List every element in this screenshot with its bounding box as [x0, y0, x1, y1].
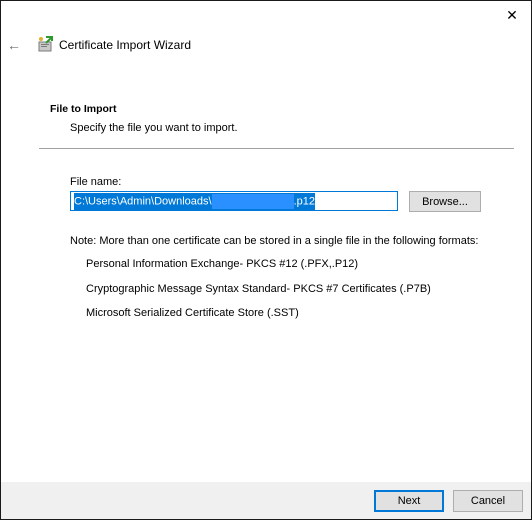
format-item: Cryptographic Message Syntax Standard- P… — [86, 283, 431, 295]
next-button[interactable]: Next — [374, 490, 444, 512]
file-path-suffix: .p12 — [293, 194, 315, 207]
file-name-label: File name: — [70, 176, 122, 188]
back-arrow-icon: ← — [7, 37, 21, 53]
wizard-header: ← Certificate Import Wizard — [1, 29, 531, 61]
divider — [39, 148, 514, 149]
wizard-page: File to Import Specify the file you want… — [1, 74, 531, 482]
page-heading: File to Import — [50, 103, 117, 115]
page-subtitle: Specify the file you want to import. — [70, 122, 238, 134]
close-icon: ✕ — [506, 6, 518, 23]
browse-button[interactable]: Browse... — [409, 191, 481, 212]
redacted-filename — [211, 193, 294, 209]
back-button[interactable]: ← — [7, 37, 25, 53]
format-item: Microsoft Serialized Certificate Store (… — [86, 307, 299, 319]
wizard-title: Certificate Import Wizard — [59, 38, 192, 52]
file-path-prefix: C:\Users\Admin\Downloads\ — [74, 194, 212, 207]
cancel-button[interactable]: Cancel — [453, 490, 523, 512]
formats-note: Note: More than one certificate can be s… — [70, 235, 479, 247]
close-button[interactable]: ✕ — [493, 1, 531, 29]
wizard-footer: Next Cancel — [1, 482, 531, 519]
file-path-selection: C:\Users\Admin\Downloads\ .p12 — [74, 192, 315, 210]
format-item: Personal Information Exchange- PKCS #12 … — [86, 258, 359, 270]
file-name-input[interactable]: C:\Users\Admin\Downloads\ .p12 — [70, 191, 398, 211]
certificate-wizard-icon — [38, 36, 53, 52]
certificate-import-wizard-window: ✕ ← Certificate Import Wizard File to Im… — [0, 0, 532, 520]
